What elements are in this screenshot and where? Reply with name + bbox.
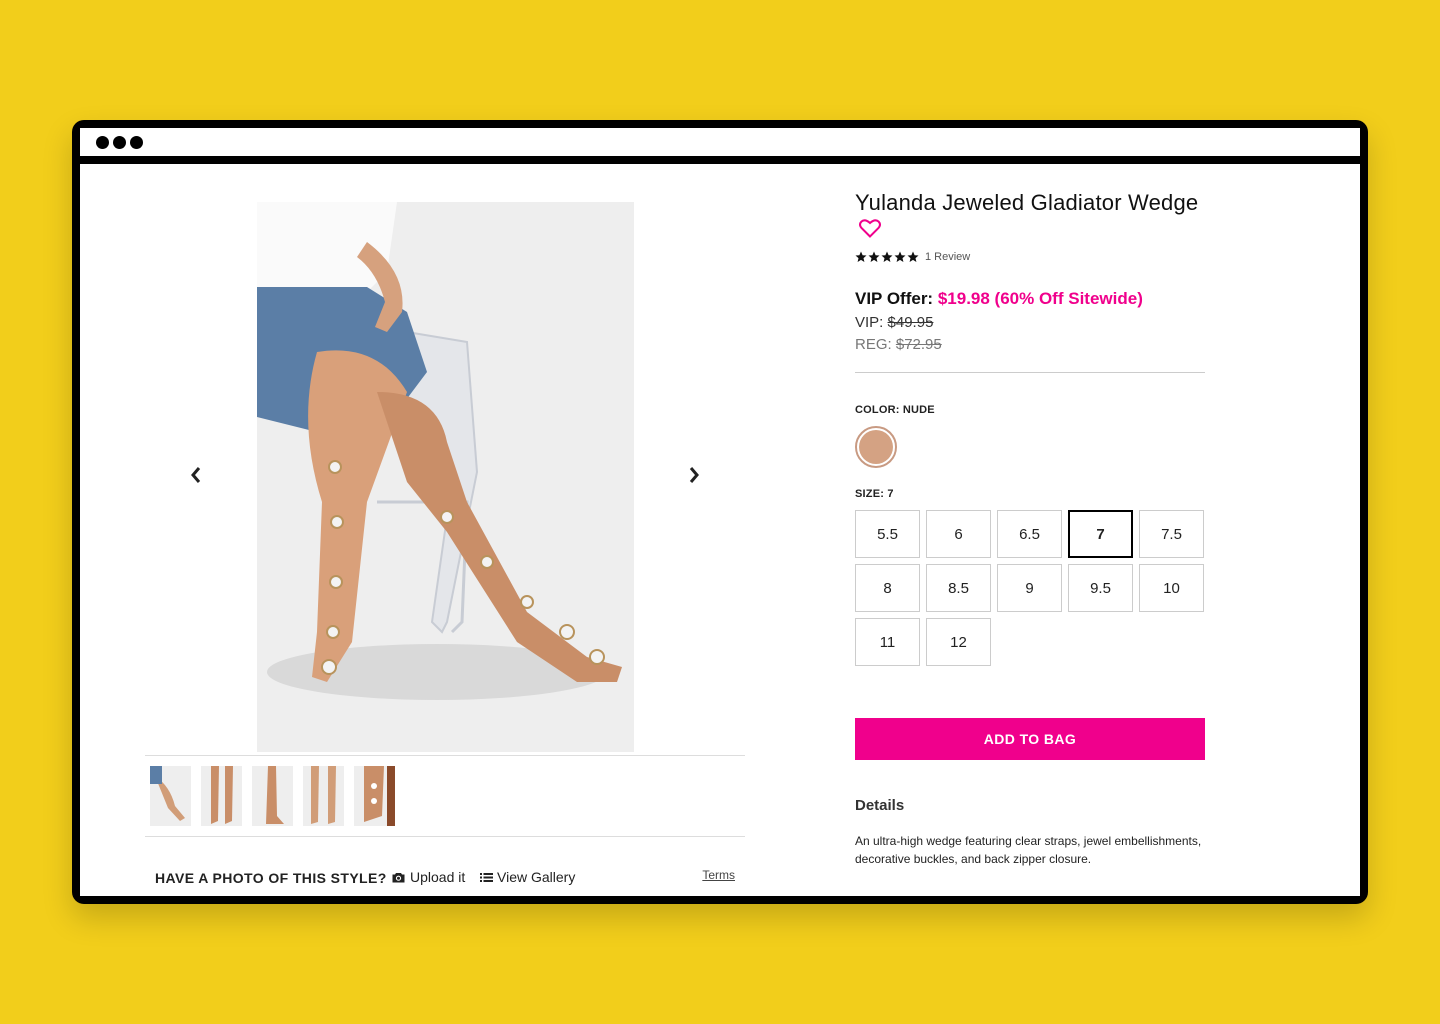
window-dot-icon[interactable]	[113, 136, 126, 149]
main-product-photo[interactable]	[257, 202, 634, 752]
star-icon	[855, 251, 867, 262]
reg-label: REG:	[855, 336, 892, 353]
color-swatch-nude[interactable]	[855, 426, 897, 468]
photo-upload-prompt: HAVE A PHOTO OF THIS STYLE? Upload it Vi…	[155, 868, 735, 890]
size-grid: 5.5 6 6.5 7 7.5 8 8.5 9 9.5 10 11 12	[855, 510, 1205, 666]
window-controls[interactable]	[96, 136, 143, 149]
window-dot-icon[interactable]	[96, 136, 109, 149]
color-label: COLOR: NUDE	[855, 404, 1205, 416]
upload-label: Upload it	[410, 869, 466, 885]
color-label-text: COLOR:	[855, 404, 900, 416]
size-option[interactable]: 5.5	[855, 510, 920, 558]
review-count-link[interactable]: 1 Review	[925, 251, 970, 263]
window-dot-icon[interactable]	[130, 136, 143, 149]
size-option[interactable]: 6	[926, 510, 991, 558]
details-heading: Details	[855, 797, 905, 814]
size-option[interactable]: 10	[1139, 564, 1204, 612]
size-option-selected[interactable]: 7	[1068, 510, 1133, 558]
thumbnail-5[interactable]	[354, 766, 395, 826]
size-label: SIZE: 7	[855, 488, 1205, 500]
gallery-divider	[145, 755, 745, 756]
regular-price: REG: $72.95	[855, 336, 1205, 353]
size-option[interactable]: 8	[855, 564, 920, 612]
thumbnail-3[interactable]	[252, 766, 293, 826]
thumbnail-1[interactable]	[150, 766, 191, 826]
size-value: 7	[887, 488, 894, 500]
product-title-text: Yulanda Jeweled Gladiator Wedge	[855, 190, 1199, 215]
view-gallery-label: View Gallery	[497, 869, 576, 885]
star-icon	[868, 251, 880, 262]
size-option[interactable]: 7.5	[1139, 510, 1204, 558]
heart-outline-icon[interactable]	[859, 218, 881, 244]
size-option[interactable]: 9.5	[1068, 564, 1133, 612]
color-value: NUDE	[902, 404, 935, 416]
vip-offer-label: VIP Offer:	[855, 289, 934, 308]
star-icon	[894, 251, 906, 262]
star-rating	[855, 251, 919, 263]
vip-offer-price: $19.98 (60% Off Sitewide)	[937, 289, 1143, 308]
terms-link[interactable]: Terms	[702, 868, 735, 882]
product-title: Yulanda Jeweled Gladiator Wedge	[855, 190, 1205, 244]
view-gallery-link[interactable]: View Gallery	[480, 869, 575, 885]
size-label-text: SIZE:	[855, 488, 885, 500]
product-info: Yulanda Jeweled Gladiator Wedge 1 Review…	[855, 190, 1205, 868]
size-option[interactable]: 6.5	[997, 510, 1062, 558]
size-option[interactable]: 8.5	[926, 564, 991, 612]
size-option[interactable]: 11	[855, 618, 920, 666]
list-icon	[480, 872, 493, 882]
vip-price: VIP: $49.95	[855, 314, 1205, 331]
size-option[interactable]: 9	[997, 564, 1062, 612]
chevron-left-icon[interactable]	[186, 464, 206, 488]
rating: 1 Review	[855, 251, 1205, 263]
browser-window: HAVE A PHOTO OF THIS STYLE? Upload it Vi…	[72, 120, 1368, 904]
photo-prompt-title: HAVE A PHOTO OF THIS STYLE?	[155, 870, 387, 886]
gallery-divider	[145, 836, 745, 837]
window-titlebar	[80, 128, 1360, 156]
star-icon	[907, 251, 919, 262]
vip-offer: VIP Offer: $19.98 (60% Off Sitewide)	[855, 289, 1205, 309]
chevron-right-icon[interactable]	[684, 464, 704, 488]
reg-price-value: $72.95	[895, 336, 942, 353]
thumbnail-strip	[150, 766, 395, 826]
product-page: HAVE A PHOTO OF THIS STYLE? Upload it Vi…	[80, 164, 1360, 896]
camera-icon	[392, 872, 405, 882]
vip-label: VIP:	[855, 314, 884, 331]
add-to-bag-button[interactable]: ADD TO BAG	[855, 718, 1205, 760]
vip-price-value: $49.95	[887, 314, 934, 331]
details-text: An ultra-high wedge featuring clear stra…	[855, 834, 1202, 866]
thumbnail-4[interactable]	[303, 766, 344, 826]
thumbnail-2[interactable]	[201, 766, 242, 826]
price-divider	[855, 372, 1205, 373]
star-icon	[881, 251, 893, 262]
upload-photo-link[interactable]: Upload it	[392, 869, 465, 885]
swatch-fill	[859, 430, 893, 464]
size-option[interactable]: 12	[926, 618, 991, 666]
